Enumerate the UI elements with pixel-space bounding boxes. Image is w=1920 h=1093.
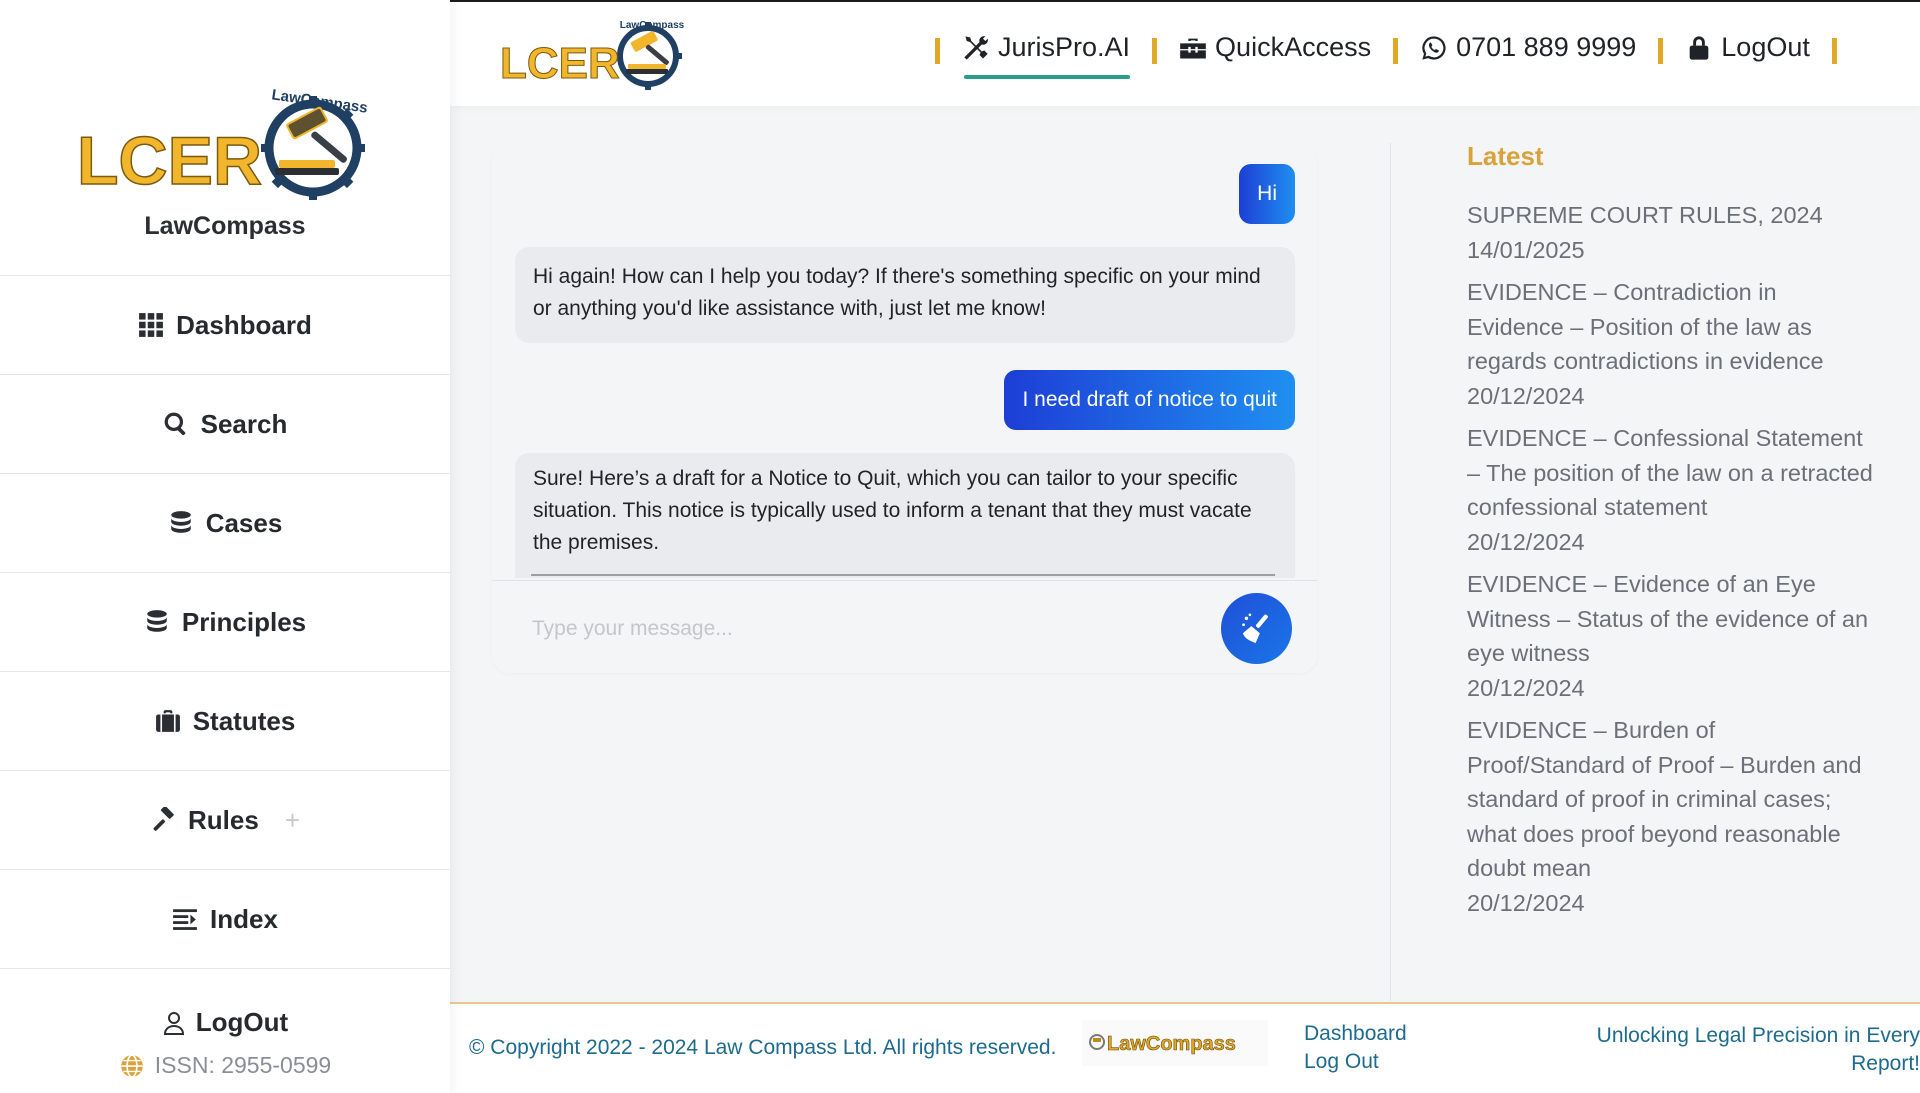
latest-item-title[interactable]: EVIDENCE – Confessional Statement – The …: [1467, 421, 1877, 525]
footer-tagline: Unlocking Legal Precision in Every Repor…: [1596, 1024, 1920, 1075]
sidebar-item-label: Rules: [188, 804, 259, 835]
chat-input-bar: [492, 580, 1317, 673]
assistant-message: Hi again! How can I help you today? If t…: [515, 247, 1295, 343]
latest-item: EVIDENCE – Confessional Statement – The …: [1467, 421, 1877, 559]
sidebar-item-label: Search: [200, 408, 288, 439]
sidebar-item-search[interactable]: Search: [0, 375, 450, 474]
sidebar-item-label: Cases: [205, 507, 283, 538]
tab-jurispro-ai[interactable]: JurisPro.AI: [962, 32, 1131, 79]
broom-icon: [1241, 613, 1268, 643]
footer-logout-link[interactable]: Log Out: [1304, 1050, 1407, 1074]
latest-item-title[interactable]: SUPREME COURT RULES, 2024: [1467, 198, 1877, 233]
nav-separator: [1831, 37, 1837, 64]
top-header: LawCompass LCER JurisPro.AI QuickAccess: [450, 0, 1920, 106]
rules-expand-icon[interactable]: +: [285, 805, 300, 836]
database-icon: [147, 610, 167, 632]
clear-chat-button[interactable]: [1221, 593, 1292, 664]
column-divider: [1390, 143, 1391, 1001]
sidebar-footer: LogOut ISSN: 2955-0599: [0, 969, 450, 1093]
search-icon: [164, 412, 185, 436]
phone-number: 0701 889 9999: [1456, 32, 1637, 62]
brand-block: LawCompass LCER LawCompass: [0, 0, 450, 276]
latest-item-title[interactable]: EVIDENCE – Contradiction in Evidence – P…: [1467, 275, 1877, 379]
nav-separator: [1393, 37, 1399, 64]
latest-item: EVIDENCE – Evidence of an Eye Witness – …: [1467, 567, 1877, 705]
brand-name: LawCompass: [144, 212, 306, 240]
sidebar-item-statutes[interactable]: Statutes: [0, 672, 450, 771]
sidebar-item-rules[interactable]: Rules +: [0, 771, 450, 870]
chat-messages[interactable]: Hi Hi again! How can I help you today? I…: [492, 143, 1317, 578]
gavel-icon: [153, 807, 174, 831]
list-icon: [173, 909, 197, 930]
footer-logo-text: LawCompass: [1107, 1033, 1236, 1055]
latest-item-title[interactable]: EVIDENCE – Evidence of an Eye Witness – …: [1467, 567, 1877, 671]
globe-icon: [120, 1053, 143, 1078]
page-footer: © Copyright 2022 - 2024 Law Compass Ltd.…: [450, 1002, 1920, 1093]
issn-text: ISSN: 2955-0599: [154, 1052, 332, 1078]
footer-logo: LawCompass: [1082, 1020, 1268, 1066]
assistant-message: Sure! Here’s a draft for a Notice to Qui…: [515, 453, 1295, 578]
sidebar-logout-label: LogOut: [195, 1007, 289, 1037]
header-logo[interactable]: LawCompass LCER: [498, 16, 688, 92]
latest-item-date: 14/01/2025: [1467, 236, 1585, 263]
footer-dashboard-link[interactable]: Dashboard: [1304, 1022, 1407, 1046]
briefcase-icon: [155, 710, 180, 732]
latest-item-date: 20/12/2024: [1467, 528, 1585, 555]
sidebar-item-principles[interactable]: Principles: [0, 573, 450, 672]
header-logo-arc-text: LawCompass: [620, 20, 685, 31]
footer-links: Dashboard Log Out: [1304, 1022, 1407, 1074]
tab-label: LogOut: [1721, 32, 1810, 62]
sidebar-item-label: Dashboard: [176, 309, 312, 340]
latest-item: SUPREME COURT RULES, 2024 14/01/2025: [1467, 198, 1877, 267]
toolbox-icon: [1180, 38, 1206, 58]
latest-heading: Latest: [1467, 141, 1544, 171]
tab-label: JurisPro.AI: [998, 32, 1131, 62]
nav-separator: [1658, 37, 1664, 64]
lock-icon: [1689, 35, 1709, 60]
nav-separator: [935, 37, 940, 64]
latest-item-date: 20/12/2024: [1467, 889, 1585, 916]
message-input[interactable]: [532, 611, 1192, 647]
chat-panel: Hi Hi again! How can I help you today? I…: [492, 143, 1317, 673]
sidebar-item-index[interactable]: Index: [0, 870, 450, 969]
tab-label: QuickAccess: [1215, 32, 1372, 62]
sidebar-item-dashboard[interactable]: Dashboard: [0, 276, 450, 375]
copyright-text: © Copyright 2022 - 2024 Law Compass Ltd.…: [469, 1036, 1057, 1059]
nav-separator: [1152, 37, 1158, 64]
grid-icon: [139, 313, 164, 337]
sidebar-item-cases[interactable]: Cases: [0, 474, 450, 573]
sidebar-item-label: Index: [210, 903, 278, 934]
latest-item: EVIDENCE – Burden of Proof/Standard of P…: [1467, 713, 1877, 920]
user-icon: [163, 1011, 184, 1035]
sidebar-logout[interactable]: LogOut: [162, 1007, 288, 1038]
whatsapp-contact[interactable]: 0701 889 9999: [1420, 32, 1636, 69]
whatsapp-icon: [1422, 35, 1446, 60]
tools-icon: [964, 35, 988, 60]
sidebar-item-label: Statutes: [192, 705, 296, 736]
latest-item-date: 20/12/2024: [1467, 382, 1585, 409]
tab-quickaccess[interactable]: QuickAccess: [1179, 32, 1371, 69]
latest-item: EVIDENCE – Contradiction in Evidence – P…: [1467, 275, 1877, 413]
header-logo-text: LCER: [500, 39, 620, 88]
user-message: Hi: [1239, 164, 1295, 224]
lawcompass-wordmark: LawCompass: [1089, 1033, 1236, 1055]
latest-item-title[interactable]: EVIDENCE – Burden of Proof/Standard of P…: [1467, 713, 1877, 886]
database-icon: [170, 511, 191, 533]
sidebar-item-label: Principles: [181, 606, 307, 637]
issn-info: ISSN: 2955-0599: [119, 1052, 331, 1079]
sidebar: LawCompass LCER LawCompass Dashboard Sea…: [0, 0, 450, 1093]
logo-text: LCER: [77, 123, 262, 199]
top-logout[interactable]: LogOut: [1685, 32, 1810, 69]
latest-panel: Latest SUPREME COURT RULES, 2024 14/01/2…: [1467, 141, 1877, 920]
lcer-logo[interactable]: LawCompass LCER: [75, 86, 375, 202]
latest-item-date: 20/12/2024: [1467, 674, 1585, 701]
top-nav: JurisPro.AI QuickAccess 0701 889 9999 Lo…: [913, 32, 1859, 79]
user-message: I need draft of notice to quit: [1004, 370, 1295, 430]
message-divider: [531, 574, 1275, 576]
